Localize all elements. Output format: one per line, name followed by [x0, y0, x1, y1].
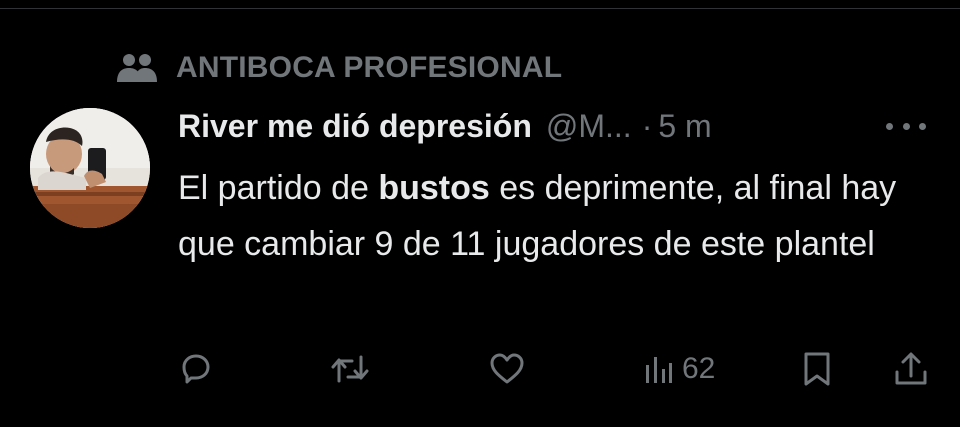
community-people-icon — [116, 52, 158, 84]
views-button[interactable]: 62 — [644, 350, 715, 388]
reply-button[interactable] — [178, 350, 214, 388]
avatar[interactable] — [30, 108, 150, 228]
more-dots-icon[interactable] — [886, 116, 926, 136]
retweet-button[interactable] — [330, 350, 370, 388]
header-separator: · — [641, 107, 653, 144]
like-button[interactable] — [488, 350, 526, 388]
top-divider — [0, 8, 960, 9]
heart-icon — [488, 351, 526, 387]
community-name: ANTIBOCA PROFESIONAL — [176, 51, 563, 84]
views-chart-icon — [644, 351, 674, 387]
retweet-icon — [330, 351, 370, 387]
tweet-text: El partido de bustos es deprimente, al f… — [178, 160, 938, 272]
share-icon — [892, 350, 930, 388]
author-name[interactable]: River me dió depresión — [178, 108, 532, 145]
bookmark-button[interactable] — [800, 350, 834, 388]
tweet-header: River me dió depresión @M... · 5 m — [178, 106, 712, 146]
tweet-timestamp[interactable]: 5 m — [658, 108, 711, 145]
bookmark-icon — [800, 350, 834, 388]
tweet-text-part1: El partido de — [178, 169, 379, 207]
author-handle[interactable]: @M... — [546, 108, 632, 145]
reply-icon — [178, 351, 214, 387]
tweet-text-bold: bustos — [378, 169, 490, 207]
share-button[interactable] — [892, 350, 930, 388]
community-context[interactable]: ANTIBOCA PROFESIONAL — [116, 50, 562, 86]
views-count: 62 — [682, 352, 716, 385]
